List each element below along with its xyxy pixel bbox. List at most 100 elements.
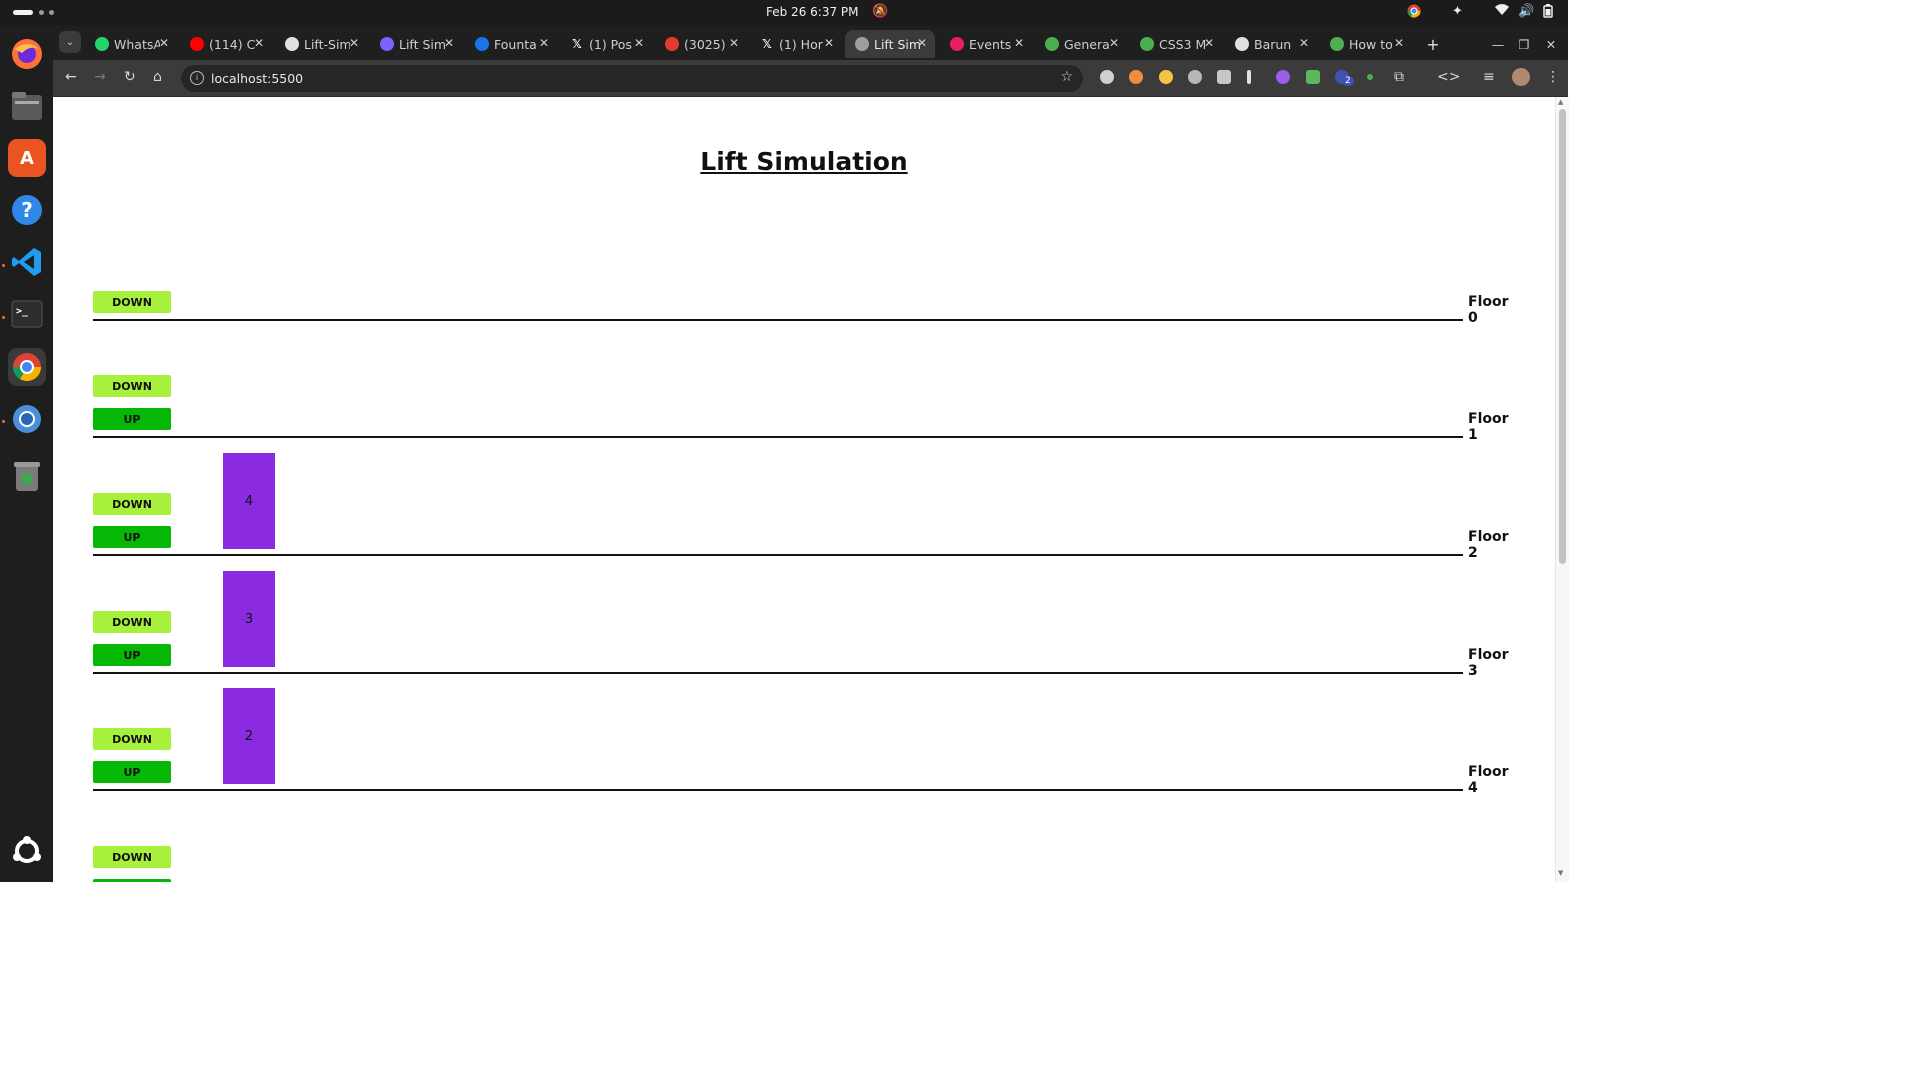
browser-toolbar: ← → ↻ ⌂ i localhost:5500 ☆ 2 ⧉ <> ≡ ⋮ [53,60,1568,97]
close-tab-icon[interactable]: ✕ [634,36,644,50]
browser-tab[interactable]: How to ✕ [1320,30,1412,58]
new-tab-button[interactable]: + [1423,30,1443,58]
extension-icon[interactable] [1159,70,1173,84]
extension-icon[interactable] [1306,70,1320,84]
down-call-button[interactable]: DOWN [93,846,171,868]
workspace-indicator-active[interactable] [13,10,33,15]
minimize-window-button[interactable]: — [1490,30,1506,58]
down-call-button[interactable]: DOWN [93,728,171,750]
down-call-button[interactable]: DOWN [93,493,171,515]
close-tab-icon[interactable]: ✕ [159,36,169,50]
youtube-icon [190,37,204,51]
scroll-down-arrow[interactable]: ▼ [1558,869,1563,877]
terminal-icon[interactable]: >_ [8,295,46,333]
vscode-icon[interactable] [8,243,46,281]
browser-tab[interactable]: Lift Sim ✕ [845,30,935,58]
color-picker-icon[interactable] [1247,70,1251,84]
up-call-button[interactable]: UP [93,761,171,783]
browser-tab[interactable]: WhatsApp✕ [85,30,177,58]
up-call-button[interactable]: UP [93,408,171,430]
reload-icon[interactable]: ↻ [124,69,136,85]
address-bar[interactable]: i localhost:5500 ☆ [181,65,1083,92]
browser-tab[interactable]: Lift-Sim ✕ [275,30,367,58]
wifi-icon[interactable] [1495,4,1509,20]
chrome-icon[interactable] [8,348,46,386]
extension-icon[interactable] [1367,74,1373,80]
down-call-button[interactable]: DOWN [93,375,171,397]
floor-line [93,554,1463,556]
browser-tab[interactable]: CSS3 M ✕ [1130,30,1222,58]
browser-tab[interactable]: (3025) ✕ [655,30,747,58]
help-icon[interactable]: ? [8,191,46,229]
browser-tab[interactable]: Genera ✕ [1035,30,1127,58]
browser-tab[interactable]: 𝕏 (1) Pos ✕ [560,30,652,58]
battery-icon[interactable] [1543,4,1553,22]
up-call-button[interactable]: UP [93,644,171,666]
close-tab-icon[interactable]: ✕ [539,36,549,50]
chrome-tray-icon[interactable] [1407,4,1421,22]
x-icon: 𝕏 [762,37,772,51]
down-call-button[interactable]: DOWN [93,291,171,313]
site-info-icon[interactable]: i [190,71,204,85]
media-control-icon[interactable]: ≡ [1483,69,1495,85]
tab-title: Lift Sim [399,36,445,52]
extension-icon[interactable] [1100,70,1114,84]
app-center-icon[interactable]: A [8,139,46,177]
close-tab-icon[interactable]: ✕ [1299,36,1309,50]
close-tab-icon[interactable]: ✕ [917,36,927,50]
close-window-button[interactable]: ✕ [1543,30,1559,58]
show-apps-icon[interactable] [8,832,46,870]
scroll-up-arrow[interactable]: ▲ [1558,98,1563,106]
workspace-indicator[interactable] [39,10,44,15]
browser-tab[interactable]: Lift Sim ✕ [370,30,462,58]
files-icon[interactable] [8,87,46,125]
tab-title: CSS3 M [1159,36,1205,52]
site-icon [665,37,679,51]
trash-icon[interactable] [8,457,46,495]
firefox-icon[interactable] [8,35,46,73]
forward-icon[interactable]: → [94,69,106,85]
camera-extension-icon[interactable] [1217,70,1231,84]
back-icon[interactable]: ← [65,69,77,85]
page-scrollbar[interactable]: ▲ ▼ [1555,97,1569,882]
home-icon[interactable]: ⌂ [153,69,162,85]
extension-icon[interactable] [1276,70,1290,84]
accessibility-icon[interactable]: ✦ [1452,4,1463,19]
bookmark-star-icon[interactable]: ☆ [1060,69,1073,85]
browser-tab[interactable]: Founta ✕ [465,30,557,58]
tab-search-button[interactable]: ⌄ [59,31,81,53]
scrollbar-thumb[interactable] [1559,109,1566,564]
volume-icon[interactable]: 🔊 [1518,4,1534,19]
floor-line [93,436,1463,438]
extension-icon[interactable] [1129,70,1143,84]
web-page: Lift Simulation Floor 0 DOWN Floor 1 DOWN UP… [53,97,1555,882]
dock: A ? >_ [0,26,54,882]
extensions-puzzle-icon[interactable]: ⧉ [1394,69,1404,85]
chromium-icon[interactable] [8,400,46,438]
browser-tab[interactable]: Events ✕ [940,30,1032,58]
browser-tab[interactable]: (114) C ✕ [180,30,272,58]
close-tab-icon[interactable]: ✕ [1204,36,1214,50]
system-clock[interactable]: Feb 26 6:37 PM [766,5,859,19]
down-call-button[interactable]: DOWN [93,611,171,633]
profile-avatar[interactable] [1512,68,1530,86]
close-tab-icon[interactable]: ✕ [1394,36,1404,50]
close-tab-icon[interactable]: ✕ [349,36,359,50]
browser-tab[interactable]: Barun ✕ [1225,30,1317,58]
more-menu-icon[interactable]: ⋮ [1546,69,1560,85]
close-tab-icon[interactable]: ✕ [254,36,264,50]
extension-icon[interactable] [1188,70,1202,84]
address-text[interactable]: localhost:5500 [211,71,303,86]
workspace-indicator[interactable] [49,10,54,15]
close-tab-icon[interactable]: ✕ [444,36,454,50]
up-call-button[interactable]: UP [93,526,171,548]
close-tab-icon[interactable]: ✕ [729,36,739,50]
close-tab-icon[interactable]: ✕ [1109,36,1119,50]
up-call-button[interactable]: UP [93,879,171,882]
devtools-code-icon[interactable]: <> [1437,69,1460,85]
close-tab-icon[interactable]: ✕ [824,36,834,50]
browser-tab[interactable]: 𝕏 (1) Hor ✕ [750,30,842,58]
restore-window-button[interactable]: ❐ [1516,30,1532,58]
lift-car: 2 [223,688,275,784]
close-tab-icon[interactable]: ✕ [1014,36,1024,50]
